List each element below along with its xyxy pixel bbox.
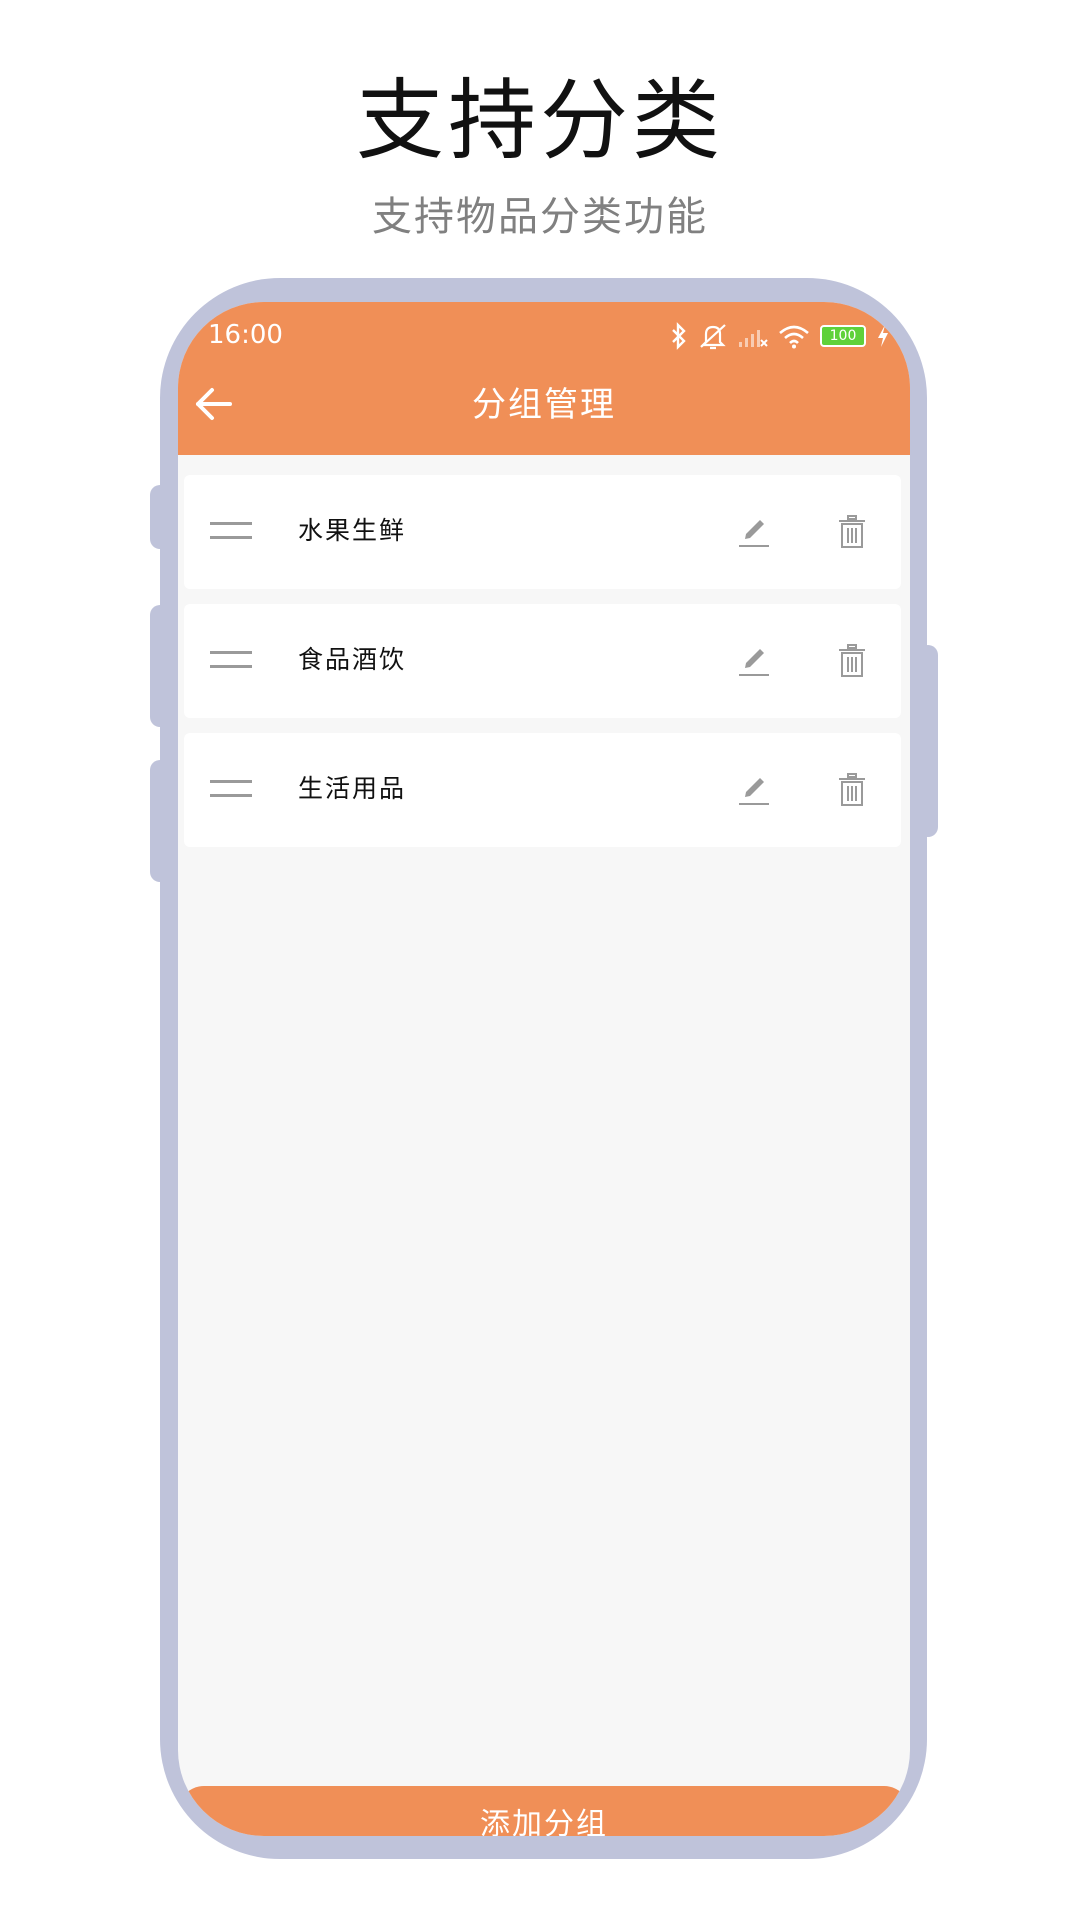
group-card[interactable]: 食品酒饮: [184, 604, 901, 718]
signal-icon: [739, 330, 768, 347]
drag-handle-icon[interactable]: [210, 649, 252, 673]
screen-title: 分组管理: [472, 385, 616, 425]
group-label: 生活用品: [298, 774, 407, 803]
edit-pencil-icon[interactable]: [739, 644, 771, 678]
drag-handle-icon[interactable]: [210, 520, 252, 544]
promo-subtitle: 支持物品分类功能: [372, 194, 708, 240]
charging-icon: [878, 325, 888, 347]
trash-icon[interactable]: [838, 515, 866, 549]
bluetooth-icon: [672, 322, 686, 350]
add-group-button[interactable]: 添加分组: [178, 1786, 910, 1836]
app-bar: 16:00 100 分组管理: [178, 302, 910, 455]
edit-pencil-icon[interactable]: [739, 515, 771, 549]
status-time: 16:00: [208, 320, 283, 350]
wifi-icon: [779, 325, 809, 349]
trash-icon[interactable]: [838, 644, 866, 678]
battery-icon: 100: [820, 325, 866, 347]
promo-title: 支持分类: [355, 69, 724, 172]
group-label: 水果生鲜: [298, 516, 407, 545]
drag-handle-icon[interactable]: [210, 778, 252, 802]
group-list: 水果生鲜 食品酒饮 生活用品: [184, 475, 901, 862]
status-icons: 100: [670, 320, 890, 352]
group-card[interactable]: 水果生鲜: [184, 475, 901, 589]
edit-pencil-icon[interactable]: [739, 773, 771, 807]
phone-screen: 16:00 100 分组管理 水果生鲜 食品酒饮 生活用品 添加分组: [178, 302, 910, 1836]
trash-icon[interactable]: [838, 773, 866, 807]
mute-icon: [700, 324, 726, 350]
group-card[interactable]: 生活用品: [184, 733, 901, 847]
group-label: 食品酒饮: [298, 645, 407, 674]
